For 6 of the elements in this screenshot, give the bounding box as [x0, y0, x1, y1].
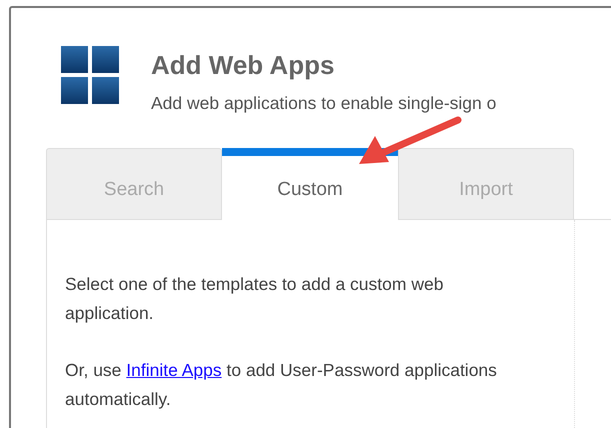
dialog-title: Add Web Apps — [151, 50, 336, 81]
dialog-subtitle: Add web applications to enable single-sign o — [151, 93, 496, 114]
intro-text: Select one of the templates to add a custom web application. — [65, 273, 444, 325]
hint-text: Or, use Infinite Apps to add User-Password applications automatically. — [65, 359, 498, 411]
infinite-apps-link[interactable]: Infinite Apps — [126, 360, 222, 380]
tiles-icon — [61, 46, 119, 104]
